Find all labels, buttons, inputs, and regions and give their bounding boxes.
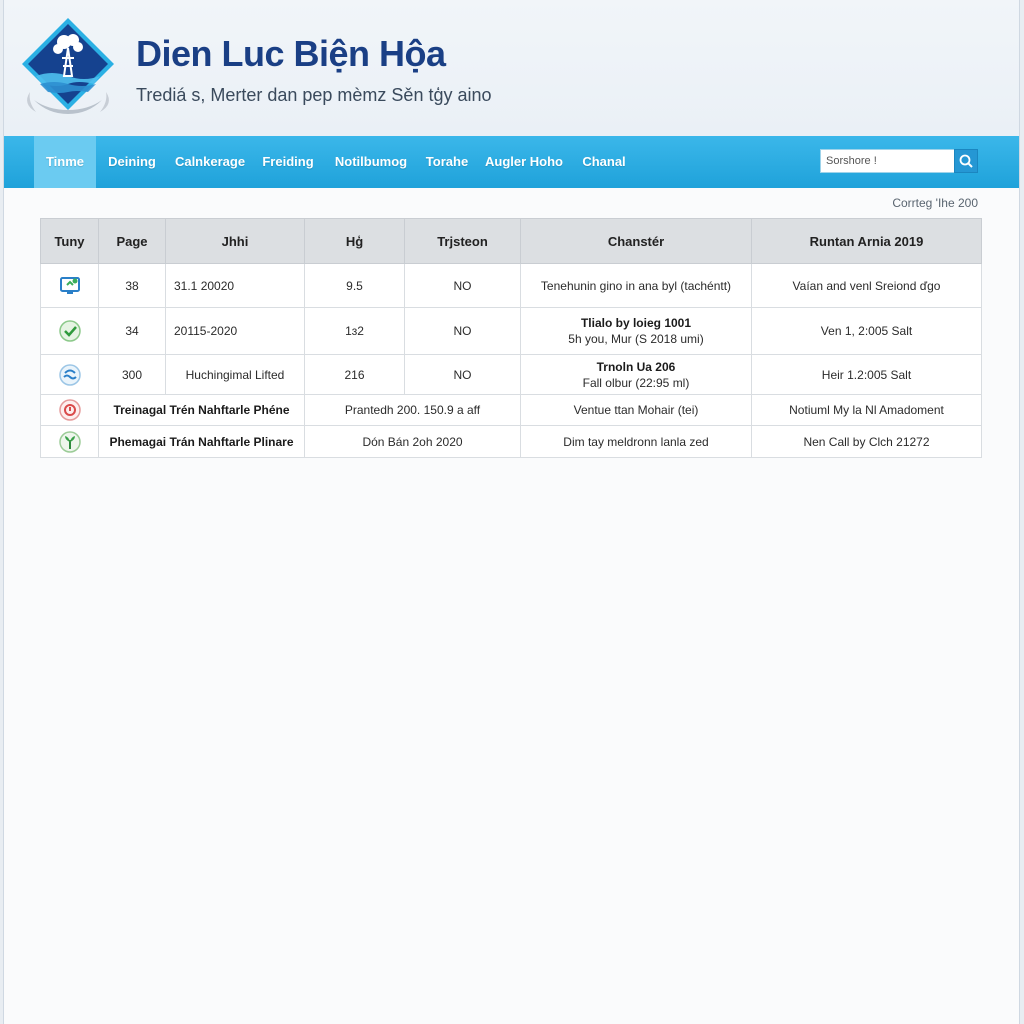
value-cell: 1ɜ2: [304, 307, 405, 355]
channel-cell: Dim tay meldronn lanla zed: [520, 425, 752, 458]
nav-item-chanal[interactable]: Chanal: [578, 136, 630, 188]
column-header[interactable]: Hģ: [304, 218, 405, 264]
name-cell: Treinagal Trén Nahftarle Phéne: [98, 394, 305, 426]
detail-cell: Dón Bán 2oh 2020: [304, 425, 521, 458]
warning-alert-icon: [58, 399, 81, 421]
table-row[interactable]: 300 Huchingimal Lifted 216 NO Trnoln Ua …: [40, 354, 982, 395]
note-cell: Heir 1.2:005 Salt: [751, 354, 982, 395]
data-table: Tuny Page Jhhi Hģ Trjsteon Chanstér Runt…: [40, 218, 982, 458]
status-cell: NO: [404, 263, 521, 308]
power-tower-logo-icon: [22, 18, 114, 114]
row-icon-cell: [40, 394, 99, 426]
column-header[interactable]: Chanstér: [520, 218, 752, 264]
channel-line-2: 5h you, Mur (S 2018 umi): [568, 332, 704, 346]
nav-item-freiding[interactable]: Freiding: [258, 136, 318, 188]
channel-cell: Ventue ttan Mohair (tei): [520, 394, 752, 426]
date-cell: 31.1 20020: [165, 263, 305, 308]
detail-cell: Prantedh 200. 150.9 a aff: [304, 394, 521, 426]
column-header[interactable]: Page: [98, 218, 166, 264]
page-cell: 38: [98, 263, 166, 308]
row-icon-cell: [40, 307, 99, 355]
water-wave-icon: [58, 363, 81, 386]
value-cell: 216: [304, 354, 405, 395]
table-row[interactable]: Treinagal Trén Nahftarle Phéne Prantedh …: [40, 394, 982, 426]
column-header[interactable]: Tuny: [40, 218, 99, 264]
nav-item-augler-hoho[interactable]: Augler Hoho: [484, 136, 564, 188]
channel-line-1: Tlialo by loieg 1001: [580, 316, 692, 330]
table-row[interactable]: 38 31.1 20020 9.5 NO Tenehunin gino in a…: [40, 263, 982, 308]
channel-cell: Tenehunin gino in ana byl (tachéntt): [520, 263, 752, 308]
note-cell: Notiuml My la Nl Amadoment: [751, 394, 982, 426]
note-cell: Ven 1, 2:005 Salt: [751, 307, 982, 355]
table-row[interactable]: Phemagai Trán Nahftarle Plinare Dón Bán …: [40, 425, 982, 458]
table-header-row: Tuny Page Jhhi Hģ Trjsteon Chanstér Runt…: [40, 218, 982, 264]
date-cell: Huchingimal Lifted: [165, 354, 305, 395]
table-row[interactable]: 34 20115-2020 1ɜ2 NO Tlialo by loieg 100…: [40, 307, 982, 355]
column-header[interactable]: Jhhi: [165, 218, 305, 264]
name-cell: Phemagai Trán Nahftarle Plinare: [98, 425, 305, 458]
page-counter: Corrteg 'Ihe 200: [892, 196, 978, 210]
site-subtitle: Trediá s, Merter dan pep mèmz Sěn tģy ai…: [136, 85, 492, 105]
status-cell: NO: [404, 354, 521, 395]
page-cell: 34: [98, 307, 166, 355]
site-title: Dien Luc Biện Hộa: [136, 33, 446, 74]
row-icon-cell: [40, 425, 99, 458]
channel-cell: Trnoln Ua 206 Fall olbur (22:95 ml): [520, 354, 752, 395]
row-icon-cell: [40, 263, 99, 308]
site-logo[interactable]: [18, 14, 118, 120]
search-button[interactable]: [954, 149, 978, 173]
site-header: Dien Luc Biện Hộa Trediá s, Merter dan p…: [4, 0, 1019, 137]
nav-item-tinme[interactable]: Tinme: [34, 136, 96, 188]
column-header[interactable]: Trjsteon: [404, 218, 521, 264]
search-icon: [959, 154, 973, 168]
nav-item-notilbumog[interactable]: Notilbumog: [332, 136, 410, 188]
channel-cell: Tlialo by loieg 1001 5h you, Mur (S 2018…: [520, 307, 752, 355]
nav-item-deining[interactable]: Deining: [102, 136, 162, 188]
monitor-icon: [59, 276, 80, 294]
status-cell: NO: [404, 307, 521, 355]
row-icon-cell: [40, 354, 99, 395]
nav-item-torahe[interactable]: Torahe: [422, 136, 472, 188]
channel-line-2: Fall olbur (22:95 ml): [582, 375, 690, 390]
channel-line-1: Trnoln Ua 206: [596, 359, 676, 374]
check-leaf-icon: [58, 320, 81, 342]
date-cell: 20115-2020: [165, 307, 305, 355]
search-input[interactable]: [820, 149, 957, 173]
plant-icon: [58, 430, 81, 453]
page-cell: 300: [98, 354, 166, 395]
value-cell: 9.5: [304, 263, 405, 308]
note-cell: Vaían and venl Sreiond ďgo: [751, 263, 982, 308]
page-frame: Dien Luc Biện Hộa Trediá s, Merter dan p…: [3, 0, 1020, 1024]
note-cell: Nen Call by Clch 21272: [751, 425, 982, 458]
nav-item-calnkerage[interactable]: Calnkerage: [174, 136, 246, 188]
column-header[interactable]: Runtan Arnia 2019: [751, 218, 982, 264]
